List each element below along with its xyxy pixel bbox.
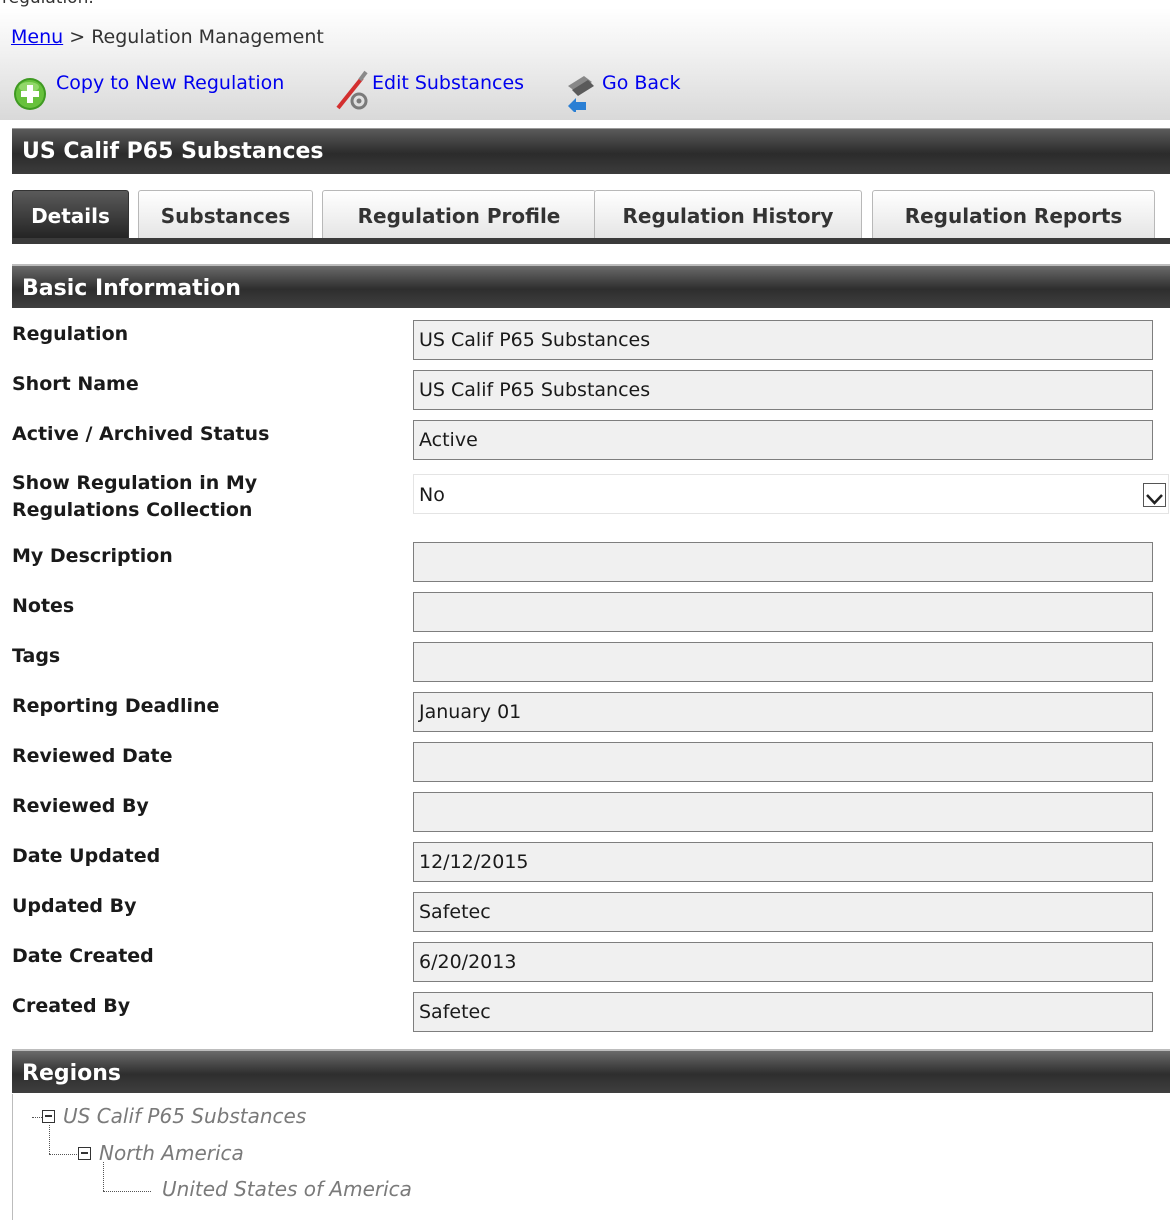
tree-node-label: US Calif P65 Substances [63,1104,307,1128]
tree-left-border [12,1094,13,1220]
show-in-collection-label: Show Regulation in My Regulations Collec… [12,470,392,524]
updated-by-label: Updated By [12,895,137,917]
created-by-field: Safetec [413,992,1153,1032]
edit-substances-label: Edit Substances [372,72,525,94]
edit-tools-icon [332,68,372,112]
date-created-field: 6/20/2013 [413,942,1153,982]
breadcrumb-separator: > [69,26,86,48]
collapse-icon[interactable] [42,1109,55,1123]
notes-label: Notes [12,595,75,617]
cropped-top-text: regulation. [0,0,1170,8]
tab-underline [12,238,1170,244]
reviewed-by-field [413,792,1153,832]
reviewed-by-label: Reviewed By [12,795,149,817]
reporting-deadline-label: Reporting Deadline [12,695,220,717]
short-name-field: US Calif P65 Substances [413,370,1153,410]
tags-field [413,642,1153,682]
tree-node-label: United States of America [162,1177,412,1201]
notes-field [413,592,1153,632]
chevron-down-icon[interactable] [1143,483,1166,507]
tab-details[interactable]: Details [12,190,129,240]
status-label: Active / Archived Status [12,423,270,445]
show-in-collection-value: No [419,484,445,506]
copy-to-new-regulation-button[interactable]: Copy to New Regulation [12,68,332,112]
tree-connector [103,1191,151,1192]
breadcrumb-current: Regulation Management [91,26,324,48]
reviewed-date-label: Reviewed Date [12,745,173,767]
breadcrumb-menu-link[interactable]: Menu [11,26,63,48]
my-description-field [413,542,1153,582]
add-circle-icon [12,68,56,112]
go-back-icon [562,68,602,114]
tab-regulation-profile[interactable]: Regulation Profile [322,190,596,240]
show-in-collection-select[interactable]: No [413,474,1169,514]
regulation-label: Regulation [12,323,129,345]
regulation-field: US Calif P65 Substances [413,320,1153,360]
basic-information-header: Basic Information [12,264,1170,308]
reporting-deadline-field: January 01 [413,692,1153,732]
go-back-button[interactable]: Go Back [562,68,712,114]
created-by-label: Created By [12,995,131,1017]
my-description-label: My Description [12,545,173,567]
date-created-label: Date Created [12,945,154,967]
date-updated-field: 12/12/2015 [413,842,1153,882]
edit-substances-button[interactable]: Edit Substances [332,68,562,112]
show-in-collection-label-line2: Regulations Collection [12,499,253,521]
collapse-icon[interactable] [78,1146,91,1160]
show-in-collection-label-line1: Show Regulation in My [12,472,258,494]
updated-by-field: Safetec [413,892,1153,932]
tree-node-regulation[interactable]: US Calif P65 Substances [42,1104,306,1128]
status-field: Active [413,420,1153,460]
go-back-label: Go Back [602,72,681,94]
page-title: US Calif P65 Substances [12,128,1170,174]
reviewed-date-field [413,742,1153,782]
header-area: Menu > Regulation Management Copy to New… [0,8,1170,120]
tree-node-usa[interactable]: United States of America [162,1177,412,1201]
tree-connector [49,1125,50,1154]
short-name-label: Short Name [12,373,139,395]
tree-connector [49,1154,77,1155]
tab-regulation-reports[interactable]: Regulation Reports [872,190,1155,240]
date-updated-label: Date Updated [12,845,161,867]
tags-label: Tags [12,645,61,667]
tree-connector [103,1162,104,1191]
show-in-collection-row: Show Regulation in My Regulations Collec… [12,470,1170,530]
tree-connector [32,1117,42,1118]
tab-bar: Details Substances Regulation Profile Re… [12,190,1170,246]
regions-header: Regions [12,1049,1170,1093]
toolbar: Copy to New Regulation Edit Substances G… [12,68,712,118]
regions-tree: US Calif P65 Substances North America Un… [12,1094,1170,1220]
tree-node-label: North America [99,1141,244,1165]
copy-to-new-regulation-label: Copy to New Regulation [56,72,285,94]
breadcrumb: Menu > Regulation Management [11,26,324,48]
tab-substances[interactable]: Substances [138,190,313,240]
tab-regulation-history[interactable]: Regulation History [594,190,862,240]
